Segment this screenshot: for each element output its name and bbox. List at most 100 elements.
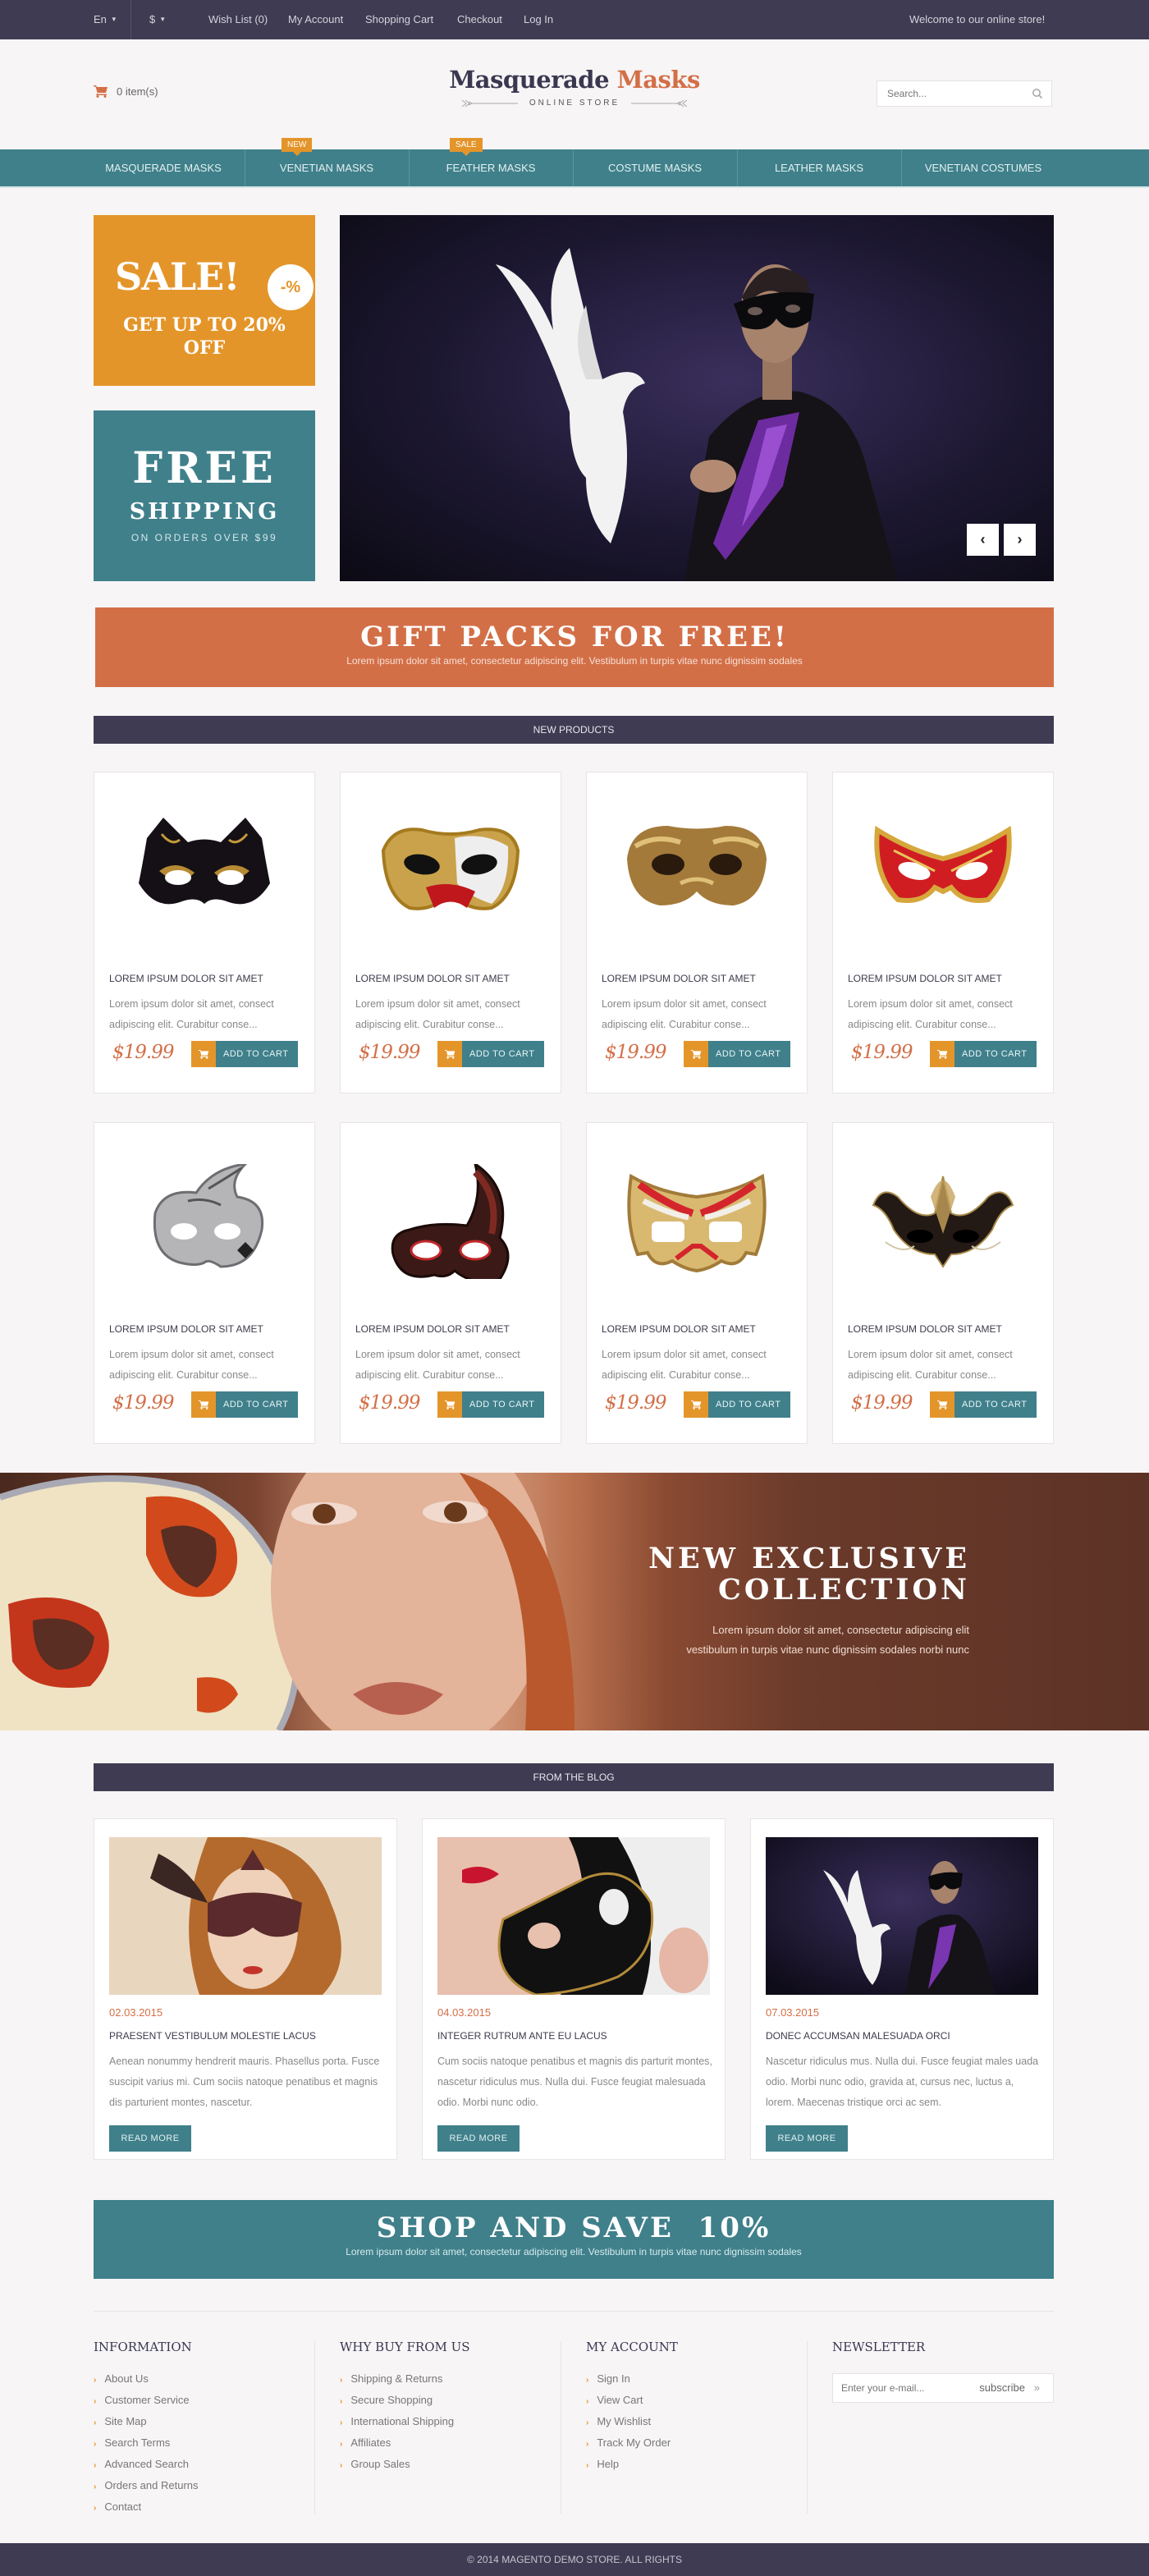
product-name[interactable]: LOREM IPSUM DOLOR SIT AMET <box>602 1323 756 1335</box>
nav-item-feather-masks[interactable]: SALE FEATHER MASKS <box>409 138 573 186</box>
nav-item-venetian-masks[interactable]: NEW VENETIAN MASKS <box>245 138 409 186</box>
newsletter-email-input[interactable] <box>833 2374 964 2402</box>
subscribe-button[interactable]: subscribe » <box>979 2381 1040 2394</box>
product-image-gold-baroque[interactable] <box>587 789 807 953</box>
cart-icon <box>191 1391 216 1418</box>
hero-slider[interactable]: ‹ › <box>340 215 1054 581</box>
language-selector[interactable]: En ▼ <box>94 13 117 25</box>
chevron-right-icon: › <box>94 2397 97 2406</box>
add-to-cart-button[interactable]: ADD TO CART <box>930 1041 1037 1067</box>
chevron-down-icon: ▼ <box>110 16 117 23</box>
read-more-button[interactable]: READ MORE <box>109 2125 191 2152</box>
footer-link[interactable]: › Customer Service <box>94 2392 315 2413</box>
footer-link[interactable]: › Orders and Returns <box>94 2477 315 2499</box>
product-image-gold-red-white[interactable] <box>587 1139 807 1304</box>
cart-count: 0 item(s) <box>117 85 158 98</box>
blog-post-excerpt: Nascetur ridiculus mus. Nulla dui. Fusce… <box>766 2056 1039 2108</box>
search-icon[interactable] <box>1032 88 1043 99</box>
footer-heading: WHY BUY FROM US <box>340 2340 470 2354</box>
footer-link[interactable]: › Site Map <box>94 2413 315 2435</box>
nav-item-masquerade-masks[interactable]: MASQUERADE MASKS <box>82 149 245 186</box>
gift-packs-banner[interactable]: GIFT PACKS FOR FREE! Lorem ipsum dolor s… <box>95 607 1054 687</box>
product-name[interactable]: LOREM IPSUM DOLOR SIT AMET <box>848 1323 1002 1335</box>
footer-link[interactable]: › Advanced Search <box>94 2456 315 2477</box>
footer-link[interactable]: › About Us <box>94 2371 315 2392</box>
shopping-cart-link[interactable]: Shopping Cart <box>365 13 433 25</box>
add-to-cart-button[interactable]: ADD TO CART <box>191 1391 298 1418</box>
footer-link[interactable]: › Group Sales <box>340 2456 561 2477</box>
chevron-right-icon: › <box>340 2418 343 2427</box>
collection-title-line-2: COLLECTION <box>718 1573 970 1607</box>
product-name[interactable]: LOREM IPSUM DOLOR SIT AMET <box>109 1323 263 1335</box>
product-image-filigree-black-gold[interactable] <box>833 1139 1053 1304</box>
footer-link[interactable]: › Search Terms <box>94 2435 315 2456</box>
mask-image <box>153 1164 264 1268</box>
footer-link-list: › Shipping & Returns › Secure Shopping › Inte… <box>340 2371 561 2477</box>
footer-link[interactable]: › Contact <box>94 2499 315 2520</box>
slider-prev-button[interactable]: ‹ <box>967 524 999 556</box>
product-image-jester-red-black[interactable] <box>341 1139 561 1304</box>
login-link[interactable]: Log In <box>524 13 553 25</box>
read-more-button[interactable]: READ MORE <box>437 2125 520 2152</box>
nav-item-leather-masks[interactable]: LEATHER MASKS <box>737 149 901 186</box>
product-image-red-gold-cat[interactable] <box>833 789 1053 953</box>
collection-text-line-1: Lorem ipsum dolor sit amet, consectetur … <box>712 1624 969 1636</box>
store-logo[interactable]: Masquerade Masks ONLINE STORE <box>369 66 780 108</box>
product-name[interactable]: LOREM IPSUM DOLOR SIT AMET <box>355 1323 510 1335</box>
read-more-button[interactable]: READ MORE <box>766 2125 848 2152</box>
product-name[interactable]: LOREM IPSUM DOLOR SIT AMET <box>355 973 510 984</box>
sale-promo-banner[interactable]: SALE! -% GET UP TO 20% OFF <box>94 215 315 386</box>
product-image-black-gold-cat[interactable] <box>94 789 314 953</box>
product-name[interactable]: LOREM IPSUM DOLOR SIT AMET <box>602 973 756 984</box>
currency-selector[interactable]: $ ▼ <box>149 13 166 25</box>
mask-image <box>874 825 1012 903</box>
shop-and-save-banner[interactable]: SHOP AND SAVE 10% Lorem ipsum dolor sit … <box>94 2200 1054 2279</box>
add-to-cart-button[interactable]: ADD TO CART <box>930 1391 1037 1418</box>
currency-value: $ <box>149 13 156 25</box>
footer-column-divider <box>807 2341 808 2514</box>
checkout-link[interactable]: Checkout <box>457 13 502 25</box>
product-price: $19.99 <box>359 1042 420 1063</box>
nav-item-costume-masks[interactable]: COSTUME MASKS <box>573 149 737 186</box>
cart-icon <box>437 1041 462 1067</box>
blog-image-magician[interactable] <box>766 1837 1038 1995</box>
product-card: LOREM IPSUM DOLOR SIT AMET Lorem ipsum do… <box>586 1122 808 1444</box>
product-name[interactable]: LOREM IPSUM DOLOR SIT AMET <box>109 973 263 984</box>
footer-link[interactable]: › Shipping & Returns <box>340 2371 561 2392</box>
footer-link[interactable]: › Secure Shopping <box>340 2392 561 2413</box>
footer-link[interactable]: › Help <box>586 2456 808 2477</box>
chevron-right-icon: › <box>94 2482 97 2491</box>
blog-image-black-mask[interactable] <box>437 1837 710 1995</box>
add-to-cart-button[interactable]: ADD TO CART <box>437 1041 544 1067</box>
footer-link[interactable]: › Track My Order <box>586 2435 808 2456</box>
footer-link[interactable]: › Sign In <box>586 2371 808 2392</box>
blog-post-title[interactable]: INTEGER RUTRUM ANTE EU LACUS <box>437 2030 607 2042</box>
nav-label: MASQUERADE MASKS <box>105 162 222 174</box>
add-to-cart-button[interactable]: ADD TO CART <box>684 1041 790 1067</box>
footer-link[interactable]: › International Shipping <box>340 2413 561 2435</box>
footer-link[interactable]: › View Cart <box>586 2392 808 2413</box>
add-to-cart-button[interactable]: ADD TO CART <box>684 1391 790 1418</box>
blog-post-title[interactable]: DONEC ACCUMSAN MALESUADA ORCI <box>766 2030 950 2042</box>
footer-link-list: › Sign In › View Cart › My Wishlist › Track My … <box>586 2371 808 2477</box>
free-shipping-banner[interactable]: FREE SHIPPING ON ORDERS OVER $99 <box>94 410 315 581</box>
slider-next-button[interactable]: › <box>1004 524 1036 556</box>
footer-link[interactable]: › My Wishlist <box>586 2413 808 2435</box>
blog-image-woman-feather-mask[interactable] <box>109 1837 382 1995</box>
product-image-silver-ornate[interactable] <box>94 1139 314 1304</box>
footer-link-label: Contact <box>104 2500 142 2513</box>
footer-link[interactable]: › Affiliates <box>340 2435 561 2456</box>
chevron-right-icon: › <box>94 2461 97 2470</box>
add-to-cart-button[interactable]: ADD TO CART <box>191 1041 298 1067</box>
add-to-cart-button[interactable]: ADD TO CART <box>437 1391 544 1418</box>
nav-item-venetian-costumes[interactable]: VENETIAN COSTUMES <box>901 149 1065 186</box>
search-input[interactable] <box>877 81 1025 106</box>
exclusive-collection-banner[interactable]: NEW EXCLUSIVE COLLECTION Lorem ipsum dolo… <box>0 1473 1149 1730</box>
wishlist-link[interactable]: Wish List (0) <box>208 13 268 25</box>
footer-link-label: Customer Service <box>104 2394 190 2406</box>
my-account-link[interactable]: My Account <box>288 13 343 25</box>
blog-post-title[interactable]: PRAESENT VESTIBULUM MOLESTIE LACUS <box>109 2030 316 2042</box>
mini-cart[interactable]: 0 item(s) <box>94 85 158 98</box>
product-name[interactable]: LOREM IPSUM DOLOR SIT AMET <box>848 973 1002 984</box>
product-image-gold-red-music[interactable] <box>341 789 561 953</box>
